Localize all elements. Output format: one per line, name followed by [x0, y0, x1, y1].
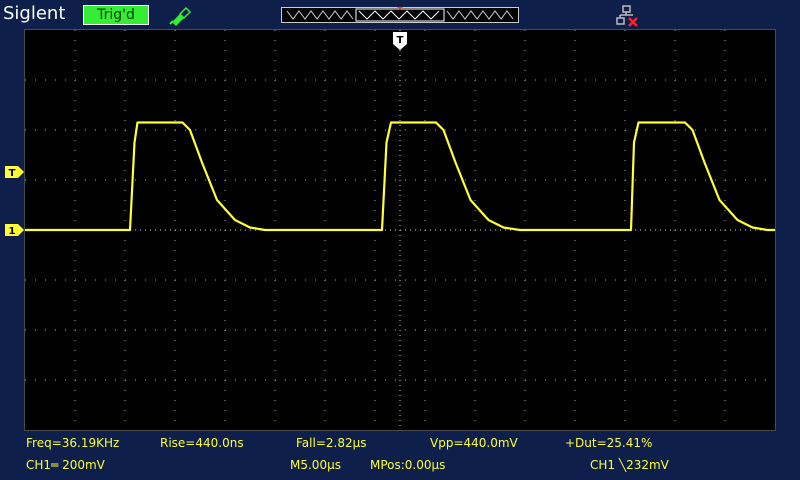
trigger-position-marker: T	[393, 32, 407, 50]
channel1-label: 1	[9, 226, 16, 236]
time-scale-readout: M5.00µs	[290, 458, 341, 472]
timebase-window-icon[interactable]	[281, 7, 519, 23]
rise-time-measurement: Rise=440.0ns	[160, 436, 244, 450]
trigger-position-label: T	[397, 35, 404, 46]
waveform-trace	[25, 121, 775, 232]
fall-time-measurement: Fall=2.82µs	[296, 436, 367, 450]
frequency-measurement: Freq=36.19KHz	[26, 436, 120, 450]
trigger-info-readout: CH1 ╲232mV	[590, 458, 669, 472]
brand-name: Siglent	[3, 3, 66, 24]
status-bar: Siglent Trig'd	[0, 0, 800, 30]
ch1-scale-readout: CH1═ 200mV	[26, 458, 105, 472]
trigger-level-label: T	[9, 168, 16, 178]
probe-icon	[169, 6, 192, 26]
waveform-plot	[25, 30, 775, 430]
duty-cycle-measurement: +Dut=25.41%	[565, 436, 653, 450]
network-disconnected-icon	[616, 5, 638, 27]
graticule	[25, 30, 775, 430]
waveform-display[interactable]	[24, 29, 776, 431]
trigger-status-badge: Trig'd	[83, 5, 149, 25]
trigger-level-marker[interactable]: T	[5, 166, 25, 178]
channel1-ground-marker[interactable]: 1	[5, 224, 25, 236]
vpp-measurement: Vpp=440.0mV	[430, 436, 518, 450]
horizontal-position-readout: MPos:0.00µs	[370, 458, 446, 472]
